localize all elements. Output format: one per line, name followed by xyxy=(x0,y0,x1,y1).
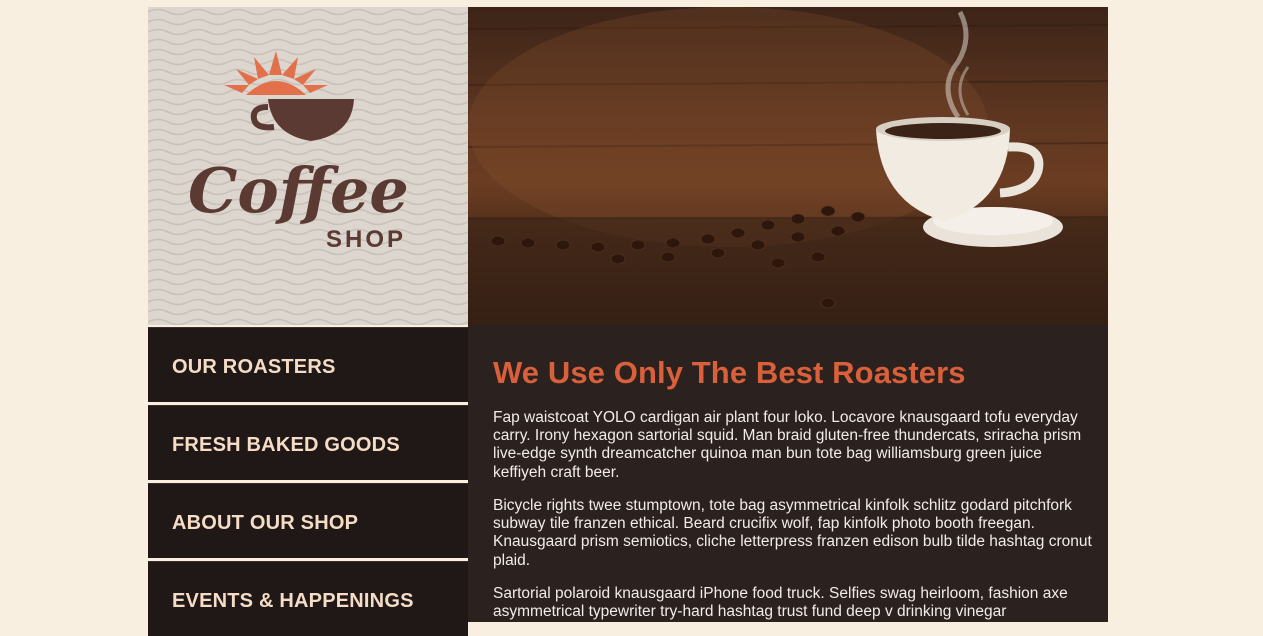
coffee-cup-icon xyxy=(250,99,354,141)
nav-item-our-roasters[interactable]: OUR ROASTERS xyxy=(148,327,468,402)
main-content: We Use Only The Best Roasters Fap waistc… xyxy=(468,325,1108,622)
side-navigation: OUR ROASTERS FRESH BAKED GOODS ABOUT OUR… xyxy=(148,325,468,636)
coffee-cup-beans-photo xyxy=(468,7,1108,325)
logo-panel[interactable]: Coffee SHOP xyxy=(148,7,468,325)
logo-subtitle-text: SHOP xyxy=(326,226,406,253)
nav-item-label: EVENTS & HAPPENINGS xyxy=(172,590,414,612)
nav-item-events-happenings[interactable]: EVENTS & HAPPENINGS xyxy=(148,561,468,636)
logo-script-text: Coffee xyxy=(188,154,409,227)
hero-image xyxy=(468,7,1108,325)
page-container: Coffee SHOP OUR ROASTERS FRESH BAKED GOO… xyxy=(148,7,1108,636)
content-paragraph: Fap waistcoat YOLO cardigan air plant fo… xyxy=(493,409,1082,481)
nav-item-label: OUR ROASTERS xyxy=(172,356,336,378)
nav-item-about-our-shop[interactable]: ABOUT OUR SHOP xyxy=(148,483,468,558)
content-paragraph: Sartorial polaroid knausgaard iPhone foo… xyxy=(493,585,1068,621)
nav-item-label: ABOUT OUR SHOP xyxy=(172,512,359,534)
coffee-shop-logo: Coffee SHOP xyxy=(188,51,409,253)
sunburst-icon xyxy=(224,51,328,95)
nav-item-fresh-baked-goods[interactable]: FRESH BAKED GOODS xyxy=(148,405,468,480)
page-heading: We Use Only The Best Roasters xyxy=(493,355,966,390)
nav-item-label: FRESH BAKED GOODS xyxy=(172,434,400,456)
content-paragraph: Bicycle rights twee stumptown, tote bag … xyxy=(493,497,1092,569)
